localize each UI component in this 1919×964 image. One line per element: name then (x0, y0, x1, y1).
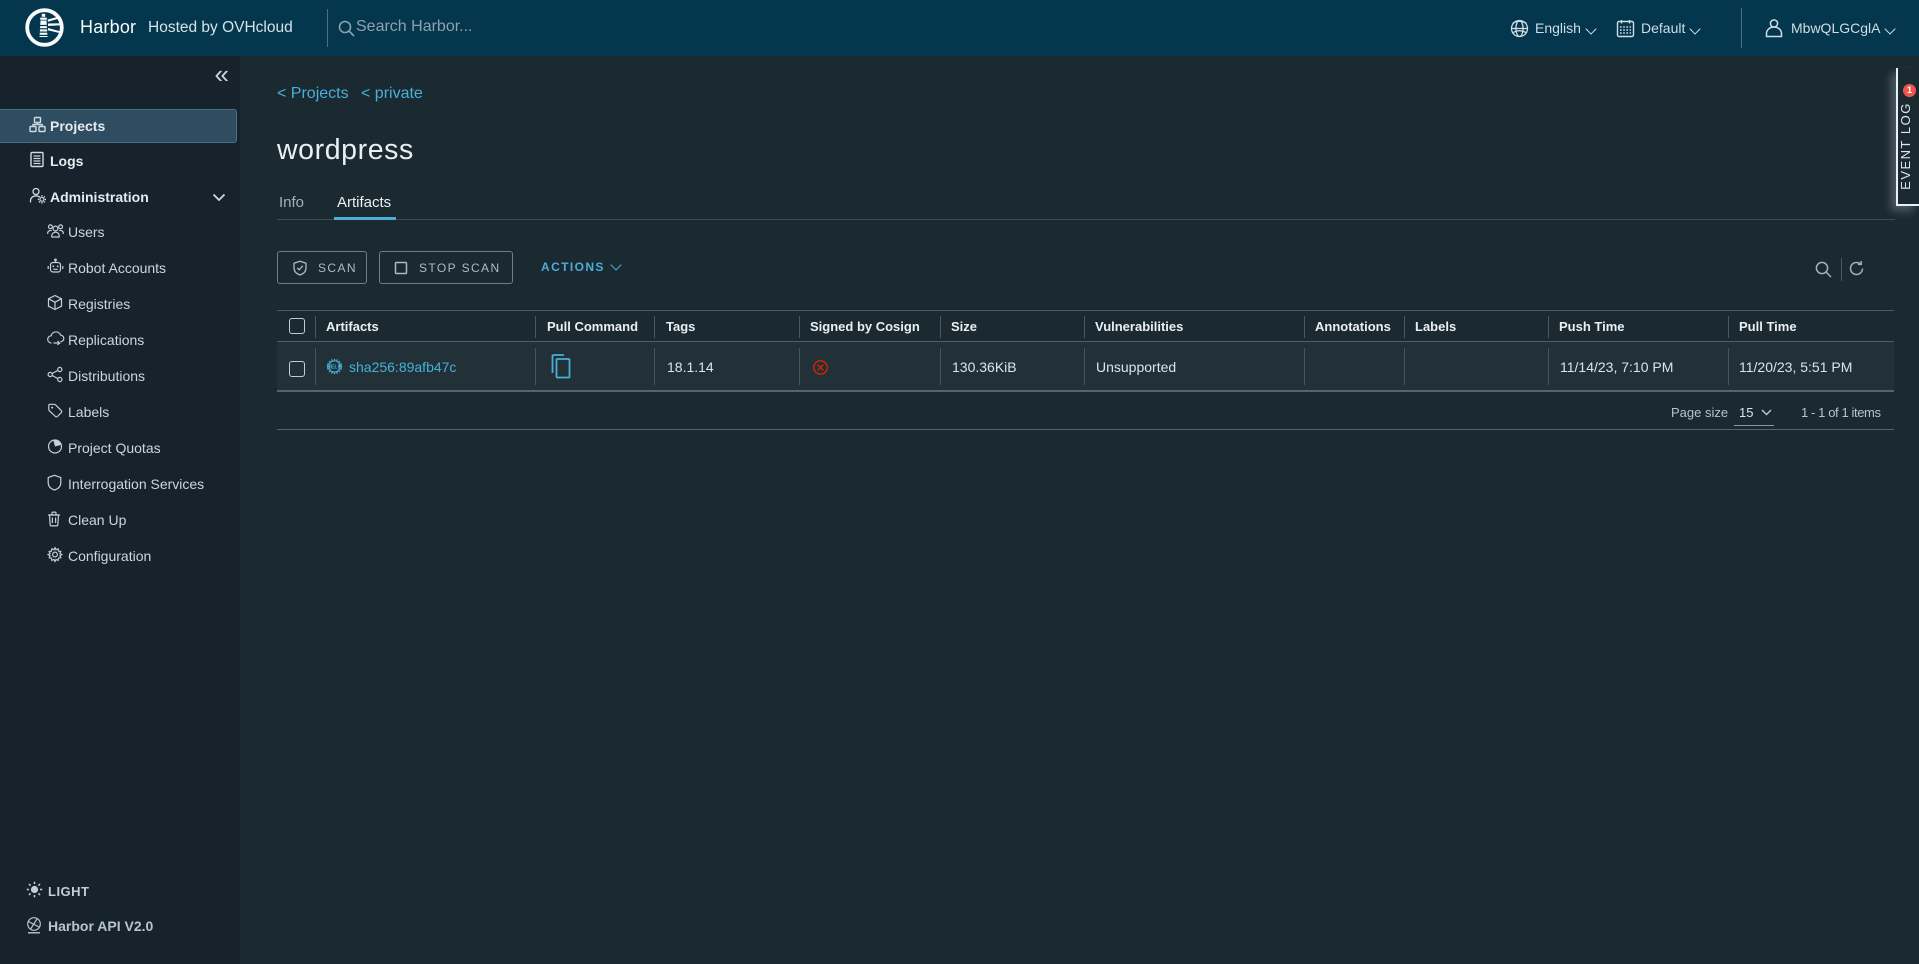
svg-text:HELM: HELM (327, 365, 343, 371)
